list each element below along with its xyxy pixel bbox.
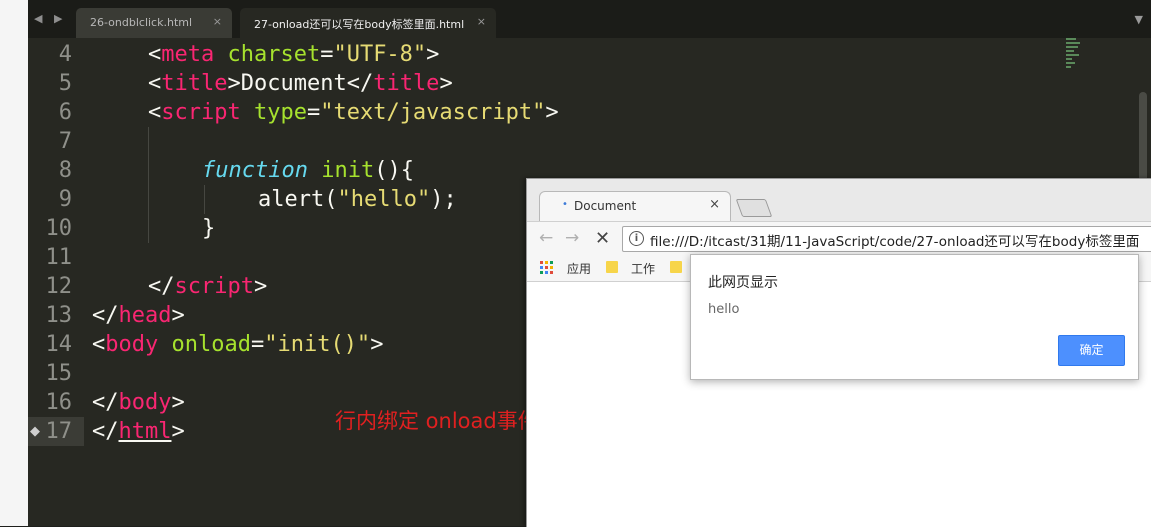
- favicon-icon: •: [562, 199, 568, 210]
- bookmark-apps[interactable]: 应用: [567, 260, 591, 277]
- code-line-5: <title>Document</title>: [148, 71, 453, 96]
- line-number: 4: [58, 42, 72, 67]
- browser-tab-document[interactable]: • Document ×: [539, 191, 731, 222]
- code-line-17: </html>: [92, 419, 185, 444]
- folder-icon: [670, 261, 682, 273]
- tab-26-ondblclick[interactable]: 26-ondblclick.html ×: [76, 8, 232, 38]
- tab-nav-arrows[interactable]: ◀ ▶: [34, 12, 66, 25]
- line-number: 10: [45, 216, 73, 241]
- line-number: 14: [45, 332, 73, 357]
- line-number: 6: [58, 100, 72, 125]
- chevron-down-icon[interactable]: ▼: [1135, 13, 1143, 26]
- code-line-6: <script type="text/javascript">: [148, 100, 559, 125]
- tab-27-onload[interactable]: 27-onload还可以写在body标签里面.html ×: [240, 8, 496, 38]
- forward-icon[interactable]: →: [565, 228, 579, 248]
- tab-label: 26-ondblclick.html: [90, 16, 193, 29]
- line-number: 17: [45, 419, 73, 444]
- code-line-8: function init(){: [202, 158, 414, 183]
- left-window-edge: [0, 0, 29, 526]
- bookmark-work[interactable]: 工作: [631, 260, 655, 277]
- dialog-message: hello: [708, 302, 740, 317]
- code-line-13: </head>: [92, 303, 185, 328]
- line-number: 12: [45, 274, 73, 299]
- alert-dialog: 此网页显示 hello 确定: [690, 254, 1139, 380]
- code-line-14: <body onload="init()">: [92, 332, 384, 357]
- address-bar[interactable]: i file:///D:/itcast/31期/11-JavaScript/co…: [622, 226, 1151, 252]
- minimap[interactable]: [1066, 38, 1082, 72]
- tab-label: 27-onload还可以写在body标签里面.html: [254, 18, 465, 31]
- line-number: 15: [45, 361, 73, 386]
- indent-guide: [148, 127, 149, 243]
- url-text: file:///D:/itcast/31期/11-JavaScript/code…: [650, 234, 1140, 250]
- info-icon[interactable]: i: [629, 231, 644, 246]
- bookmark-icon: ◆: [30, 424, 40, 439]
- line-number: 13: [45, 303, 73, 328]
- folder-icon: [606, 261, 618, 273]
- code-line-4: <meta charset="UTF-8">: [148, 42, 440, 67]
- browser-tab-bar: • Document ×: [527, 179, 1151, 222]
- line-number: 7: [58, 129, 72, 154]
- browser-tab-title: Document: [574, 199, 637, 213]
- apps-grid-icon[interactable]: [540, 261, 553, 274]
- line-number: 9: [58, 187, 72, 212]
- browser-toolbar: ← → ✕ i file:///D:/itcast/31期/11-JavaScr…: [527, 221, 1151, 256]
- close-icon[interactable]: ×: [213, 15, 222, 28]
- new-tab-button[interactable]: [735, 199, 773, 217]
- ok-button[interactable]: 确定: [1058, 335, 1125, 366]
- annotation-text: 行内绑定 onload事件: [335, 409, 539, 433]
- line-number: 16: [45, 390, 73, 415]
- line-number: 5: [58, 71, 72, 96]
- code-line-9: alert("hello");: [258, 187, 457, 212]
- close-icon[interactable]: ×: [477, 15, 486, 28]
- editor-tab-bar: ◀ ▶ 26-ondblclick.html × 27-onload还可以写在b…: [28, 0, 1151, 38]
- line-number: 11: [45, 245, 73, 270]
- close-icon[interactable]: ×: [709, 197, 720, 212]
- code-line-16: </body>: [92, 390, 185, 415]
- code-line-10: }: [202, 216, 216, 241]
- code-line-12: </script>: [148, 274, 268, 299]
- indent-guide: [204, 185, 205, 214]
- back-icon[interactable]: ←: [539, 228, 553, 248]
- stop-icon[interactable]: ✕: [595, 228, 610, 249]
- dialog-title: 此网页显示: [708, 275, 778, 291]
- line-number: 8: [58, 158, 72, 183]
